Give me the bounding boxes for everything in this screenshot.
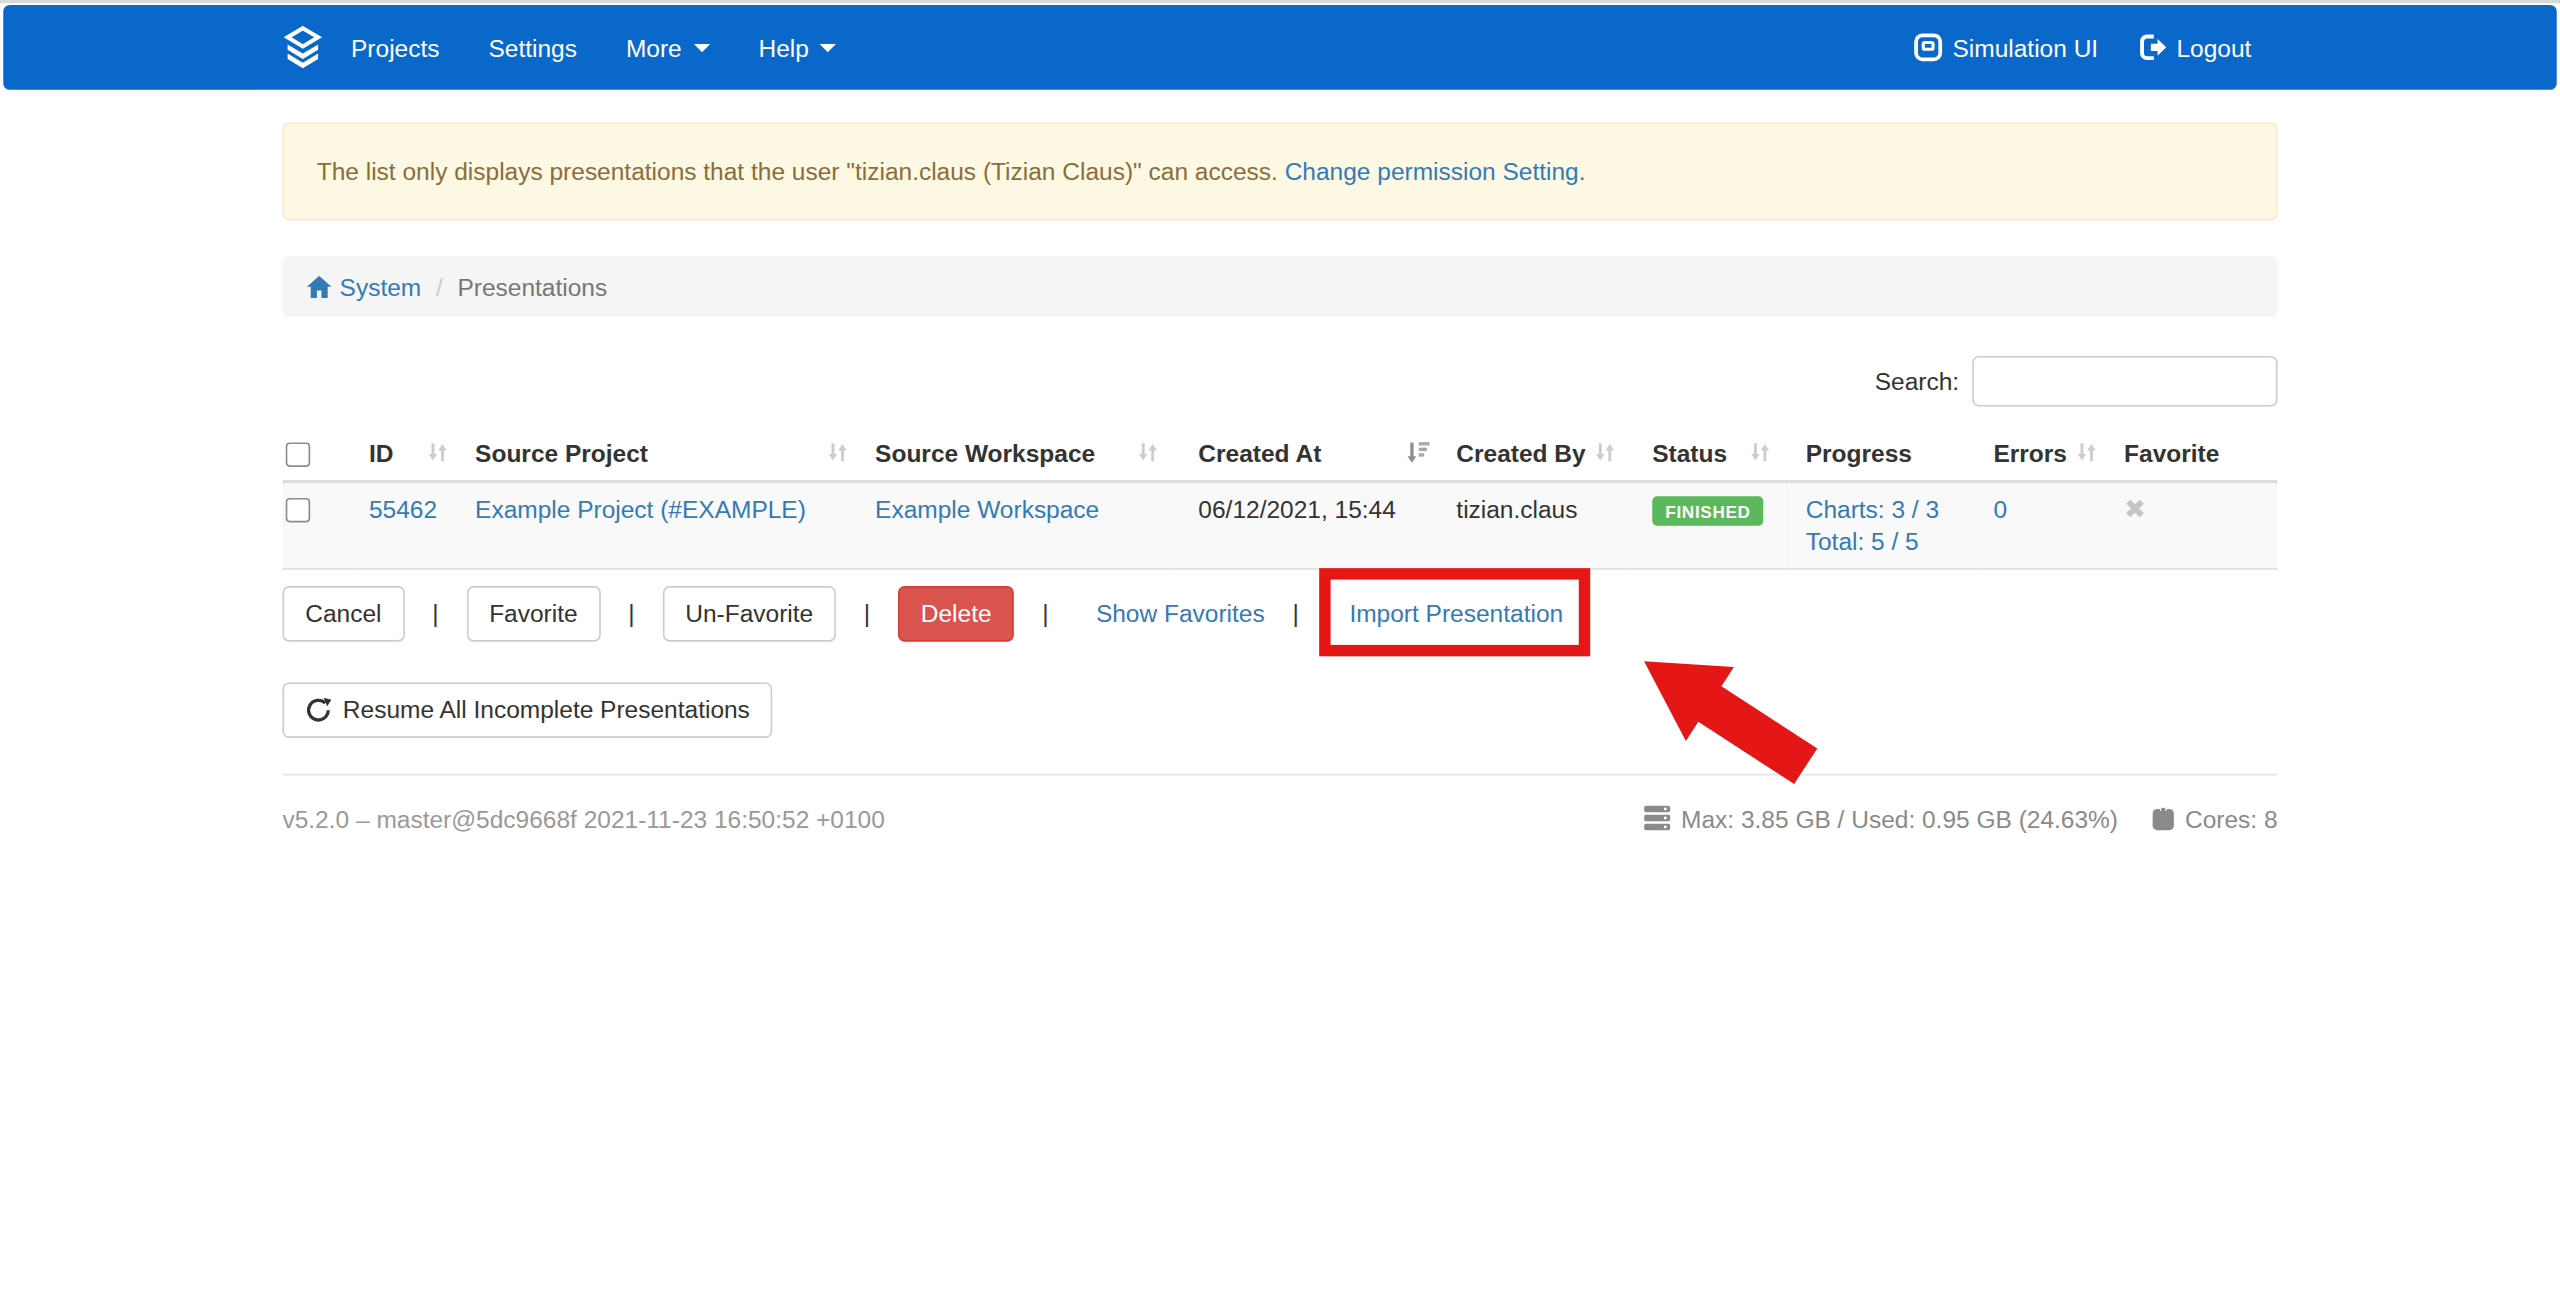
separator: |	[432, 599, 438, 627]
cancel-button[interactable]: Cancel	[282, 585, 404, 641]
unfavorite-button[interactable]: Un-Favorite	[662, 585, 836, 641]
nav-item-projects[interactable]: Projects	[327, 5, 464, 90]
header-errors[interactable]: Errors	[1980, 424, 2111, 480]
row-created-by: tizian.claus	[1456, 494, 1577, 522]
memory-icon	[1644, 805, 1672, 831]
layers-icon	[282, 25, 323, 69]
permission-alert: The list only displays presentations tha…	[282, 122, 2277, 220]
import-presentation-link[interactable]: Import Presentation	[1349, 599, 1563, 627]
navbar-links: Projects Settings More Help	[327, 5, 862, 90]
separator: |	[1042, 599, 1048, 627]
header-select-all	[282, 424, 355, 480]
actions-row: Cancel | Favorite | Un-Favorite | Delete…	[282, 585, 2277, 641]
footer-divider	[282, 773, 2277, 775]
breadcrumb-system-link[interactable]: System	[307, 269, 421, 303]
footer: v5.2.0 – master@5dc9668f 2021-11-23 16:5…	[282, 804, 2277, 832]
row-id-link[interactable]: 55462	[369, 494, 437, 522]
row-progress-total-link[interactable]: Total: 5 / 5	[1806, 527, 1919, 555]
cpu-icon	[2152, 806, 2175, 830]
sort-icon	[826, 441, 849, 464]
sort-desc-active-icon	[1406, 441, 1430, 464]
chevron-down-icon	[820, 43, 836, 51]
row-source-workspace-link[interactable]: Example Workspace	[875, 494, 1099, 522]
delete-button[interactable]: Delete	[898, 585, 1015, 641]
favorite-button[interactable]: Favorite	[466, 585, 600, 641]
cores-stats: Cores: 8	[2152, 804, 2277, 832]
search-input[interactable]	[1972, 356, 2277, 407]
change-permission-link[interactable]: Change permission Setting.	[1285, 157, 1586, 185]
chevron-down-icon	[693, 43, 709, 51]
alert-text: The list only displays presentations tha…	[317, 157, 1285, 185]
row-checkbox[interactable]	[286, 498, 310, 522]
sort-icon	[1136, 441, 1159, 464]
separator: |	[628, 599, 634, 627]
resume-all-button[interactable]: Resume All Incomplete Presentations	[282, 682, 772, 738]
unfavorite-x-icon[interactable]: ✖	[2124, 492, 2146, 523]
refresh-icon	[305, 696, 331, 722]
breadcrumb-separator: /	[436, 269, 443, 303]
status-badge: FINISHED	[1652, 496, 1763, 526]
separator: |	[1292, 599, 1298, 627]
header-progress[interactable]: Progress	[1784, 424, 1980, 480]
table-header-row: ID Source Project Source Workspace Creat…	[282, 424, 2277, 480]
brand-logo[interactable]	[282, 25, 323, 69]
search-label: Search:	[1875, 367, 1959, 395]
logout-icon	[2137, 33, 2166, 62]
header-source-project[interactable]: Source Project	[462, 424, 862, 480]
table-row: 55462 Example Project (#EXAMPLE) Example…	[282, 481, 2277, 568]
breadcrumb: System / Presentations	[282, 256, 2277, 316]
header-created-by[interactable]: Created By	[1443, 424, 1629, 480]
sort-icon	[2075, 441, 2098, 464]
nav-item-logout[interactable]: Logout	[2118, 5, 2252, 90]
sort-icon	[1593, 441, 1616, 464]
row-created-at: 06/12/2021, 15:44	[1198, 494, 1395, 522]
window-top-edge	[0, 0, 2560, 3]
nav-item-help[interactable]: Help	[734, 5, 861, 90]
navbar: Projects Settings More Help Simulation U…	[3, 5, 2556, 90]
header-favorite[interactable]: Favorite	[2111, 424, 2278, 480]
home-icon	[307, 275, 331, 298]
app-window-icon	[1913, 33, 1942, 62]
header-id[interactable]: ID	[356, 424, 462, 480]
show-favorites-link[interactable]: Show Favorites	[1096, 599, 1265, 627]
presentations-table: ID Source Project Source Workspace Creat…	[282, 424, 2277, 569]
nav-item-settings[interactable]: Settings	[464, 5, 601, 90]
row-errors-link[interactable]: 0	[1993, 494, 2007, 522]
resume-row: Resume All Incomplete Presentations	[282, 682, 2277, 738]
search-area: Search:	[282, 356, 2277, 407]
separator: |	[864, 599, 870, 627]
sort-icon	[1749, 441, 1772, 464]
header-status[interactable]: Status	[1629, 424, 1784, 480]
nav-item-simulation-ui[interactable]: Simulation UI	[1894, 5, 2118, 90]
header-created-at[interactable]: Created At	[1172, 424, 1443, 480]
breadcrumb-current: Presentations	[457, 269, 607, 303]
nav-item-more[interactable]: More	[601, 5, 734, 90]
page: Projects Settings More Help Simulation U…	[0, 0, 2560, 1300]
sort-icon	[426, 441, 449, 464]
memory-stats: Max: 3.85 GB / Used: 0.95 GB (24.63%)	[1644, 804, 2119, 832]
select-all-checkbox[interactable]	[286, 442, 310, 466]
row-progress-charts-link[interactable]: Charts: 3 / 3	[1806, 494, 1939, 522]
row-source-project-link[interactable]: Example Project (#EXAMPLE)	[475, 494, 806, 522]
header-source-workspace[interactable]: Source Workspace	[862, 424, 1172, 480]
navbar-right: Simulation UI Logout	[1894, 5, 2252, 90]
version-text: v5.2.0 – master@5dc9668f 2021-11-23 16:5…	[282, 804, 884, 832]
